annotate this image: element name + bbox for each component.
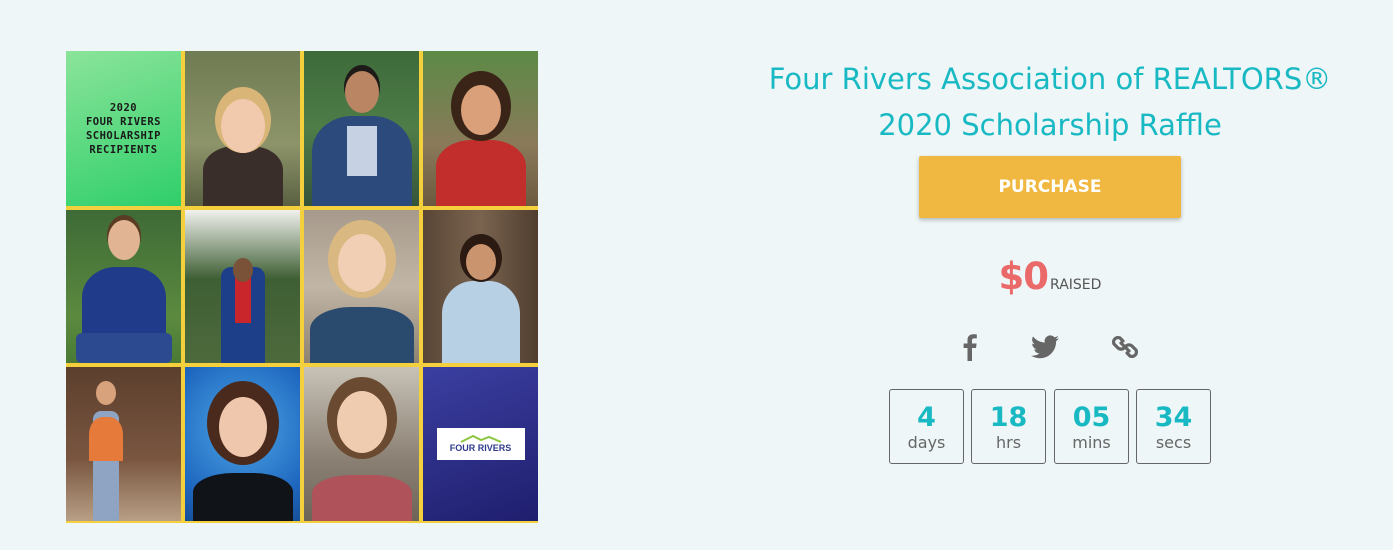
purchase-button[interactable]: PURCHASE — [919, 156, 1181, 218]
countdown-hours-label: hrs — [995, 433, 1022, 452]
countdown-minutes-value: 05 — [1072, 402, 1111, 433]
countdown-days-value: 4 — [917, 402, 936, 433]
campaign-panel: Four Rivers Association of REALTORS® 202… — [700, 56, 1393, 148]
four-rivers-logo: FOUR RIVERS — [436, 428, 525, 460]
countdown-seconds: 34 secs — [1136, 389, 1211, 464]
countdown-days: 4 days — [889, 389, 964, 464]
facebook-share-link[interactable] — [955, 332, 985, 362]
countdown-minutes-label: mins — [1072, 433, 1111, 452]
collage-title-text: 2020 FOUR RIVERS SCHOLARSHIP RECIPIENTS — [85, 101, 162, 156]
collage-title-tile: 2020 FOUR RIVERS SCHOLARSHIP RECIPIENTS — [66, 51, 181, 206]
recipient-photo — [304, 51, 419, 206]
raised-amount: $0 — [998, 255, 1049, 298]
countdown-days-label: days — [907, 433, 946, 452]
countdown-minutes: 05 mins — [1054, 389, 1129, 464]
campaign-title: Four Rivers Association of REALTORS® 202… — [768, 62, 1332, 142]
twitter-icon — [1031, 335, 1059, 359]
scholarship-collage-image: 2020 FOUR RIVERS SCHOLARSHIP RECIPIENTS — [66, 51, 538, 523]
recipient-photo — [185, 51, 300, 206]
four-rivers-logo-tile: FOUR RIVERS — [423, 367, 538, 521]
recipient-photo — [423, 51, 538, 206]
recipient-photo — [185, 210, 300, 363]
logo-text: FOUR RIVERS — [449, 443, 512, 453]
mountain-logo-icon — [460, 435, 501, 443]
link-icon — [1111, 335, 1139, 359]
recipient-photo — [66, 367, 181, 521]
countdown-hours: 18 hrs — [971, 389, 1046, 464]
countdown-seconds-label: secs — [1155, 433, 1192, 452]
recipient-photo — [304, 210, 419, 363]
facebook-icon — [963, 334, 977, 361]
copy-link-button[interactable] — [1110, 332, 1140, 362]
countdown-seconds-value: 34 — [1154, 402, 1193, 433]
recipient-photo — [185, 367, 300, 521]
recipient-photo — [66, 210, 181, 363]
countdown-hours-value: 18 — [989, 402, 1028, 433]
amount-raised: $0 RAISED — [950, 255, 1150, 298]
recipient-photo — [423, 210, 538, 363]
recipient-photo — [304, 367, 419, 521]
raised-label: RAISED — [1050, 277, 1102, 293]
twitter-share-link[interactable] — [1030, 332, 1060, 362]
